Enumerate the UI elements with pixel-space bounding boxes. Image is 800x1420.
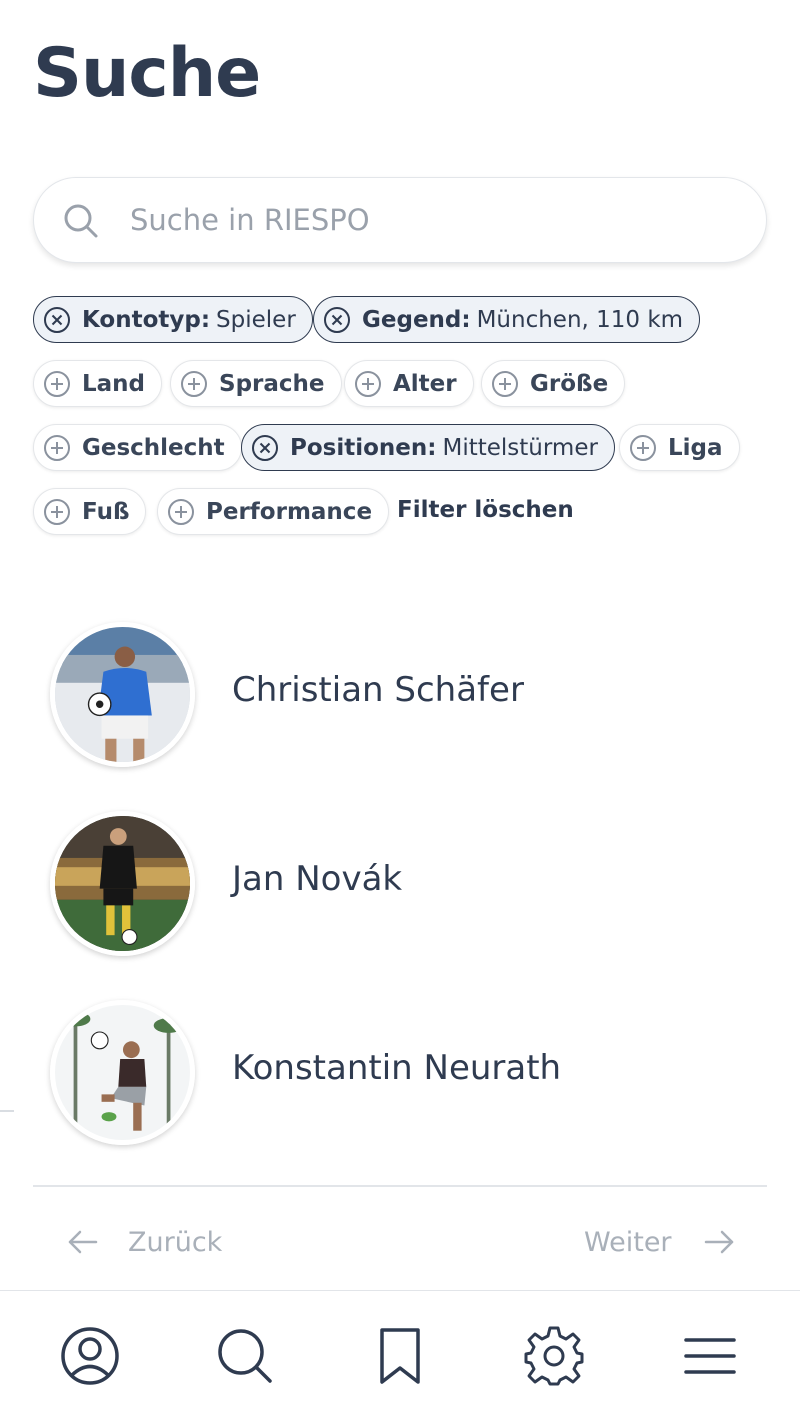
avatar[interactable]: [50, 622, 195, 767]
search-icon: [64, 204, 98, 238]
add-circle-icon: [492, 370, 518, 397]
filter-chip-groesse[interactable]: Größe: [481, 360, 626, 407]
avatar[interactable]: [50, 811, 195, 956]
search-icon: [218, 1329, 272, 1383]
filter-chip-positionen[interactable]: Positionen: Mittelstürmer: [241, 424, 615, 471]
filter-chip-key: Sprache: [219, 370, 325, 397]
avatar[interactable]: [50, 1000, 195, 1145]
next-page-label: Weiter: [584, 1226, 672, 1258]
filter-chip-key: Kontotyp:: [82, 306, 211, 333]
filter-chip-value: München, 110 km: [476, 306, 684, 333]
filter-chip-value: Spieler: [216, 306, 296, 333]
filter-chip-key: Land: [82, 370, 146, 397]
gear-icon: [524, 1326, 584, 1386]
player-photo: [55, 627, 190, 762]
player-photo: [55, 816, 190, 951]
filter-chip-gegend[interactable]: Gegend: München, 110 km: [313, 296, 701, 343]
search-bar[interactable]: [33, 177, 767, 263]
divider: [33, 1185, 767, 1187]
filter-chip-geschlecht[interactable]: Geschlecht: [33, 424, 242, 471]
add-circle-icon: [168, 498, 194, 525]
arrow-left-icon: [68, 1230, 98, 1254]
filter-chip-liga[interactable]: Liga: [619, 424, 740, 471]
filter-chip-land[interactable]: Land: [33, 360, 163, 407]
previous-page-label: Zurück: [128, 1226, 223, 1258]
player-name[interactable]: Christian Schäfer: [232, 670, 524, 710]
filter-chip-key: Gegend:: [362, 306, 471, 333]
bookmark-icon: [380, 1328, 420, 1384]
add-circle-icon: [181, 370, 207, 397]
filter-chip-key: Liga: [668, 434, 723, 461]
menu-icon: [684, 1338, 736, 1374]
remove-circle-icon[interactable]: [250, 433, 280, 463]
player-photo: [55, 1005, 190, 1140]
remove-circle-icon[interactable]: [322, 305, 352, 335]
filter-chip-alter[interactable]: Alter: [344, 360, 474, 407]
filter-chip-sprache[interactable]: Sprache: [170, 360, 342, 407]
nav-profile-button[interactable]: [58, 1324, 122, 1388]
bottom-navigation: [0, 1290, 800, 1420]
nav-menu-button[interactable]: [678, 1324, 742, 1388]
filter-chip-key: Größe: [530, 370, 609, 397]
filter-chip-kontotyp[interactable]: Kontotyp: Spieler: [33, 296, 313, 343]
add-circle-icon: [44, 498, 70, 525]
result-item[interactable]: Jan Novák: [50, 811, 750, 956]
next-page-button[interactable]: Weiter: [584, 1222, 736, 1262]
filter-chip-key: Alter: [393, 370, 457, 397]
player-name[interactable]: Konstantin Neurath: [232, 1048, 561, 1088]
filter-chip-value: Mittelstürmer: [442, 434, 598, 461]
add-circle-icon: [44, 370, 70, 397]
divider: [0, 1110, 14, 1112]
filter-chip-performance[interactable]: Performance: [157, 488, 390, 535]
filter-chip-key: Geschlecht: [82, 434, 225, 461]
filter-chip-key: Positionen:: [290, 434, 437, 461]
previous-page-button[interactable]: Zurück: [66, 1222, 222, 1262]
player-name[interactable]: Jan Novák: [232, 859, 402, 899]
page-title: Suche: [33, 34, 261, 113]
clear-filters-button[interactable]: Filter löschen: [397, 497, 574, 523]
nav-settings-button[interactable]: [522, 1324, 586, 1388]
arrow-right-icon: [704, 1230, 733, 1254]
remove-circle-icon[interactable]: [42, 305, 72, 335]
add-circle-icon: [355, 370, 381, 397]
filter-chip-key: Performance: [206, 498, 373, 525]
add-circle-icon: [44, 434, 70, 461]
search-input[interactable]: [130, 198, 730, 242]
result-item[interactable]: Christian Schäfer: [50, 622, 750, 767]
add-circle-icon: [630, 434, 656, 461]
profile-icon: [61, 1327, 119, 1385]
nav-bookmarks-button[interactable]: [368, 1324, 432, 1388]
filter-chip-fuss[interactable]: Fuß: [33, 488, 147, 535]
result-item[interactable]: Konstantin Neurath: [50, 1000, 750, 1145]
nav-search-button[interactable]: [213, 1324, 277, 1388]
filter-chip-key: Fuß: [82, 498, 130, 525]
